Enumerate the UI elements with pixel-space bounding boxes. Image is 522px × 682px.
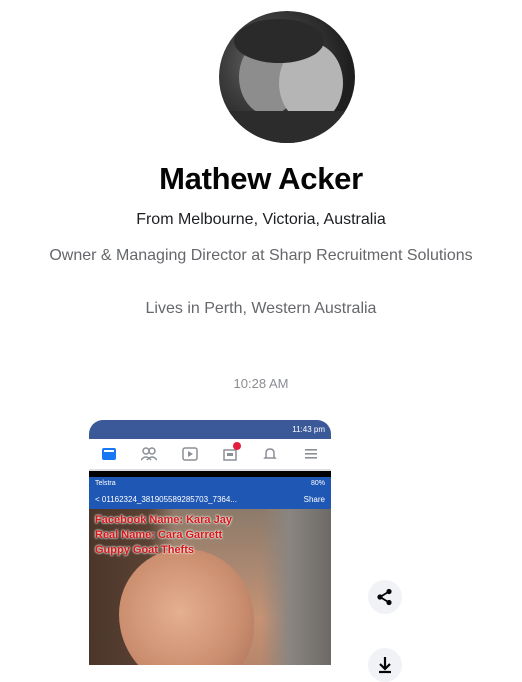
caption-line: Real Name: Cara Garrett xyxy=(95,529,223,541)
file-share-label: Share xyxy=(303,495,325,504)
menu-icon xyxy=(301,444,321,464)
share-button[interactable] xyxy=(368,580,402,614)
phone-status-bar: 11:43 pm xyxy=(89,420,331,439)
friends-icon xyxy=(139,444,159,464)
profile-hometown: From Melbourne, Victoria, Australia xyxy=(136,211,386,228)
message-timestamp: 10:28 AM xyxy=(233,376,289,391)
bell-icon xyxy=(260,444,280,464)
profile-photo[interactable] xyxy=(219,11,355,143)
inner-status-carrier: Telstra xyxy=(95,480,116,487)
share-icon xyxy=(377,588,392,606)
video-icon xyxy=(180,444,200,464)
home-icon xyxy=(99,444,119,464)
file-name: < 01162324_381905589285703_7364... xyxy=(95,495,237,504)
caption-line: Facebook Name: Kara Jay xyxy=(95,514,232,526)
photo-caption: Facebook Name: Kara Jay Real Name: Cara … xyxy=(95,513,232,558)
photo-face xyxy=(119,549,254,665)
file-name-bar: < 01162324_381905589285703_7364... Share xyxy=(89,491,331,509)
download-icon xyxy=(379,657,391,674)
notification-badge xyxy=(233,442,242,450)
download-button[interactable] xyxy=(368,648,402,682)
inner-status-battery: 80% xyxy=(310,480,325,487)
marketplace-icon xyxy=(220,442,242,464)
phone-status-time: 11:43 pm xyxy=(292,425,325,434)
inner-status-bar: Telstra 80% xyxy=(89,477,331,491)
shared-photo: Facebook Name: Kara Jay Real Name: Cara … xyxy=(89,509,331,665)
photo-background xyxy=(261,509,331,665)
shared-image-message[interactable]: 11:43 pm Telstra 80% < 01162324_38190558… xyxy=(89,420,331,665)
profile-name: Mathew Acker xyxy=(159,161,363,196)
profile-work: Owner & Managing Director at Sharp Recru… xyxy=(49,247,473,264)
profile-location: Lives in Perth, Western Australia xyxy=(145,300,377,317)
caption-line: Guppy Goat Thefts xyxy=(95,544,194,556)
facebook-tab-bar xyxy=(89,439,331,471)
